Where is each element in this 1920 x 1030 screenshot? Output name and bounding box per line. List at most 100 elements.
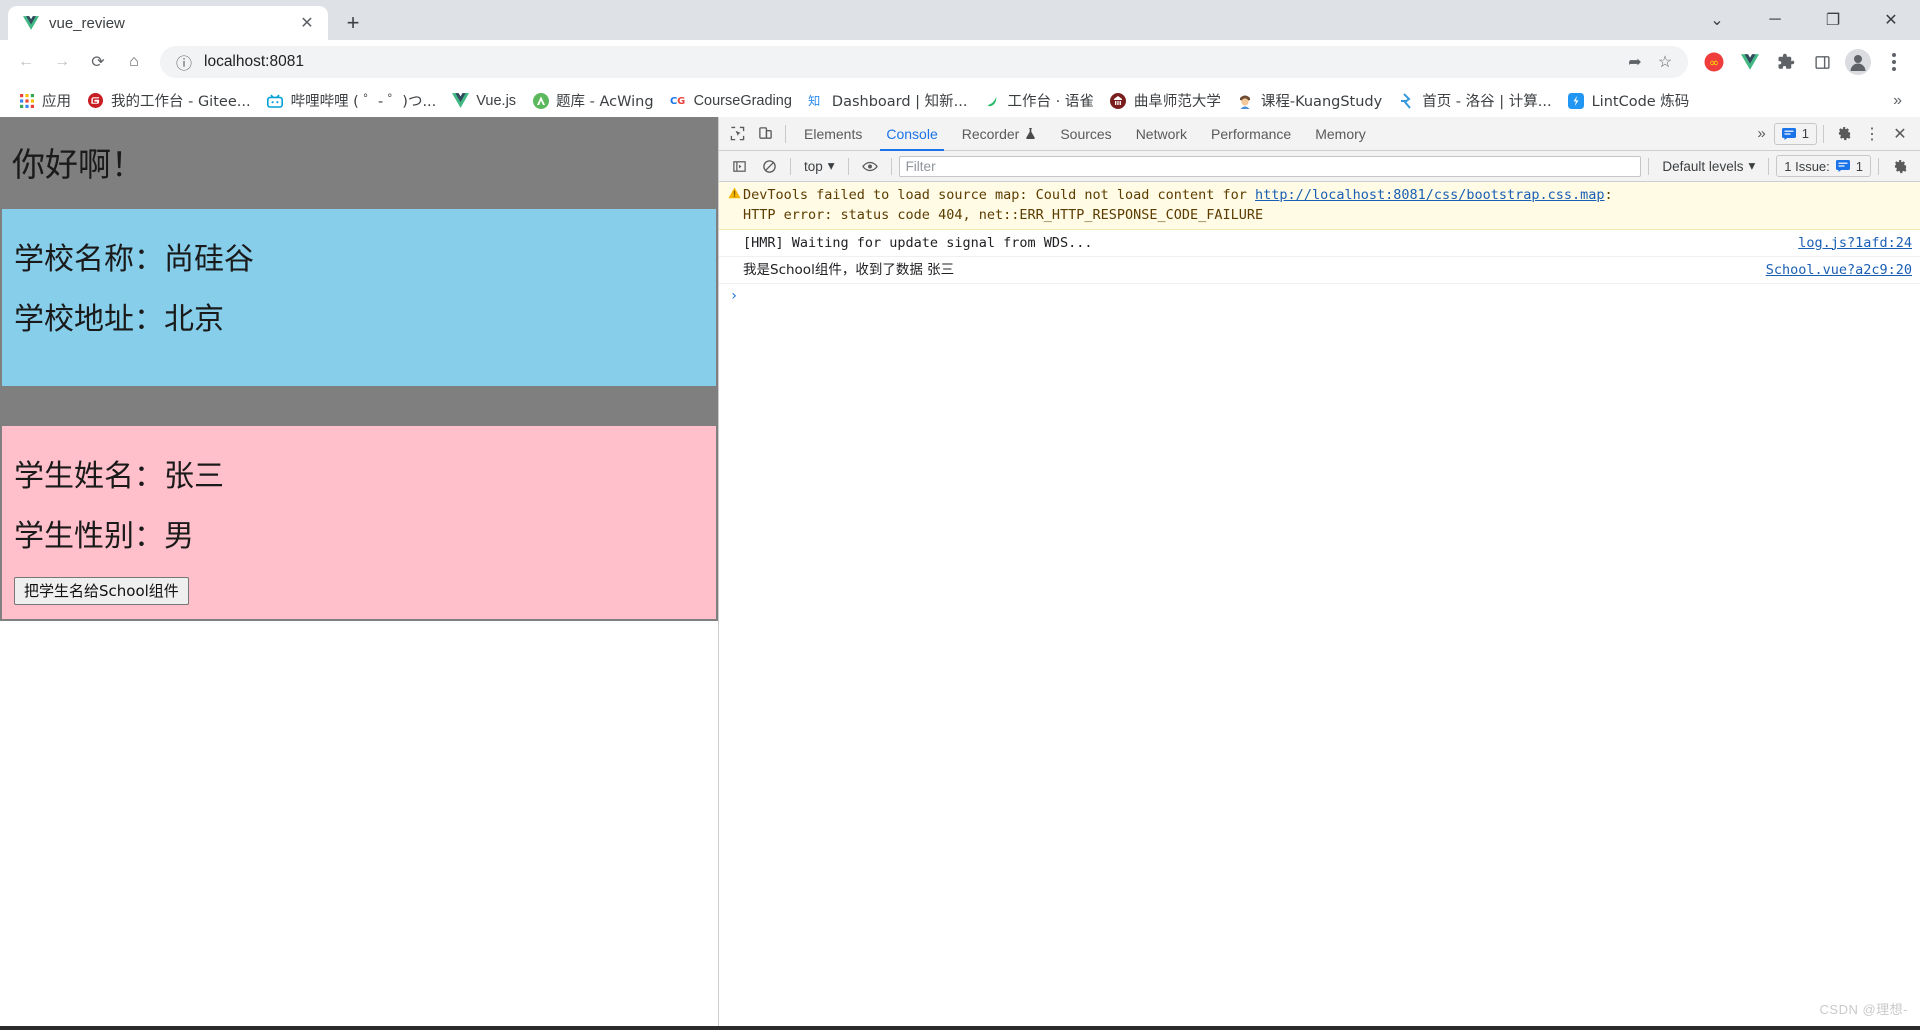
issues-badge[interactable]: 1 Issue: 1 xyxy=(1776,155,1871,177)
source-map-url-link[interactable]: http://localhost:8081/css/bootstrap.css.… xyxy=(1255,187,1605,203)
devtools-settings-gear-icon[interactable] xyxy=(1830,120,1858,148)
bookmark-acwing[interactable]: 题库 - AcWing xyxy=(524,88,662,114)
log-level-select[interactable]: Default levels ▾ xyxy=(1656,158,1761,174)
side-panel-icon[interactable] xyxy=(1806,46,1838,78)
new-tab-button[interactable]: + xyxy=(336,6,370,40)
warning-triangle-icon xyxy=(725,185,743,226)
console-prompt[interactable]: › xyxy=(719,284,1920,308)
clear-console-icon[interactable] xyxy=(755,152,783,180)
qfnu-icon xyxy=(1110,92,1127,109)
console-message-text: 我是School组件，收到了数据 张三 xyxy=(743,261,955,278)
svg-text:知: 知 xyxy=(808,94,820,108)
tab-performance[interactable]: Performance xyxy=(1199,117,1303,151)
console-message-log[interactable]: 我是School组件，收到了数据 张三 School.vue?a2c9:20 xyxy=(719,257,1920,284)
console-message-warning[interactable]: DevTools failed to load source map: Coul… xyxy=(719,182,1920,230)
bookmarks-bar: 应用 我的工作台 - Gitee... 哔哩哔哩 ( ゜- ゜)つ... Vue… xyxy=(0,84,1920,117)
tab-label: Memory xyxy=(1315,125,1366,142)
devtools-tabbar-right: » 1 ⋮ ✕ xyxy=(1749,120,1920,148)
tab-elements[interactable]: Elements xyxy=(792,117,874,151)
bookmark-zhixin-dashboard[interactable]: 知 Dashboard | 知新... xyxy=(800,88,976,114)
bookmark-apps[interactable]: 应用 xyxy=(10,88,79,114)
toolbar-divider xyxy=(1768,157,1770,175)
live-expression-eye-icon[interactable] xyxy=(856,152,884,180)
console-message-source-link[interactable]: School.vue?a2c9:20 xyxy=(1766,260,1912,280)
console-message-list[interactable]: DevTools failed to load source map: Coul… xyxy=(719,182,1920,1026)
bookmark-lintcode[interactable]: LintCode 炼码 xyxy=(1560,88,1698,114)
bookmarks-overflow-icon[interactable]: » xyxy=(1885,92,1910,110)
tab-network[interactable]: Network xyxy=(1124,117,1199,151)
pass-student-name-button[interactable]: 把学生名给School组件 xyxy=(14,576,189,606)
tab-console[interactable]: Console xyxy=(874,117,949,151)
flask-icon xyxy=(1025,127,1036,140)
student-component: 学生姓名：张三 学生性别：男 把学生名给School组件 xyxy=(2,425,716,620)
address-bar[interactable]: ⓘ localhost:8081 ➦ ☆ xyxy=(160,46,1688,78)
chrome-menu-icon[interactable] xyxy=(1878,46,1910,78)
site-info-icon[interactable]: ⓘ xyxy=(174,52,194,73)
device-toolbar-icon[interactable] xyxy=(751,120,779,148)
school-name-line: 学校名称：尚硅谷 xyxy=(14,241,254,277)
toolbar-divider xyxy=(1823,124,1824,143)
lintcode-icon xyxy=(1568,92,1585,109)
url-text[interactable]: localhost:8081 xyxy=(204,53,1620,71)
bookmark-luogu[interactable]: 首页 - 洛谷 | 计算... xyxy=(1390,88,1559,114)
bookmark-kuangstudy[interactable]: 课程-KuangStudy xyxy=(1229,88,1390,114)
bookmark-vuejs[interactable]: Vue.js xyxy=(444,88,524,114)
home-icon[interactable]: ⌂ xyxy=(116,44,152,80)
share-icon[interactable]: ➦ xyxy=(1620,47,1650,77)
reload-icon[interactable]: ⟳ xyxy=(80,44,116,80)
tab-strip: vue_review ✕ + ⌄ ─ ❐ ✕ xyxy=(0,0,1920,40)
warn-text-before: DevTools failed to load source map: Coul… xyxy=(743,187,1256,203)
gitee-icon xyxy=(87,92,104,109)
message-gutter xyxy=(725,233,743,253)
web-page-viewport: 你好啊！ 学校名称：尚硅谷 学校地址：北京 学生姓名：张三 学生性别：男 把学生… xyxy=(0,117,718,1026)
bookmark-star-icon[interactable]: ☆ xyxy=(1650,47,1680,77)
execution-context-select[interactable]: top ▾ xyxy=(798,158,841,174)
more-tabs-icon[interactable]: » xyxy=(1749,125,1773,142)
browser-tab[interactable]: vue_review ✕ xyxy=(8,6,328,40)
tab-label: Recorder xyxy=(961,125,1020,142)
bookmark-label: 课程-KuangStudy xyxy=(1260,94,1383,110)
console-message-source-link[interactable]: log.js?1afd:24 xyxy=(1798,233,1912,253)
devtools-more-options-icon[interactable]: ⋮ xyxy=(1858,120,1886,148)
vue-devtools-icon[interactable] xyxy=(1734,46,1766,78)
tab-title: vue_review xyxy=(49,14,125,32)
school-component: 学校名称：尚硅谷 学校地址：北京 xyxy=(2,208,716,386)
window-close-button[interactable]: ✕ xyxy=(1862,0,1920,40)
console-filter-input[interactable]: Filter xyxy=(898,155,1642,177)
tab-sources[interactable]: Sources xyxy=(1048,117,1123,151)
bookmark-label: 应用 xyxy=(42,94,71,110)
devtools-panel: Elements Console Recorder Sources Networ… xyxy=(718,117,1920,1026)
chevron-down-icon: ▾ xyxy=(1748,158,1756,173)
content-area: 你好啊！ 学校名称：尚硅谷 学校地址：北京 学生姓名：张三 学生性别：男 把学生… xyxy=(0,117,1920,1026)
prompt-caret-icon: › xyxy=(729,288,739,304)
inspect-element-icon[interactable] xyxy=(723,120,751,148)
toolbar-divider xyxy=(847,157,849,175)
infinity-extension-icon[interactable]: ∞ xyxy=(1698,46,1730,78)
window-minimize-button[interactable]: ─ xyxy=(1746,0,1804,40)
bookmark-gitee[interactable]: 我的工作台 - Gitee... xyxy=(79,88,259,114)
vue-app-container: 你好啊！ 学校名称：尚硅谷 学校地址：北京 学生姓名：张三 学生性别：男 把学生… xyxy=(0,117,718,622)
bookmark-yuque[interactable]: 工作台 · 语雀 xyxy=(976,88,1102,114)
window-maximize-button[interactable]: ❐ xyxy=(1804,0,1862,40)
tab-label: Sources xyxy=(1060,125,1112,142)
toolbar-divider xyxy=(890,157,892,175)
bookmark-label: 首页 - 洛谷 | 计算... xyxy=(1422,94,1552,110)
back-icon[interactable]: ← xyxy=(8,44,44,80)
devtools-close-icon[interactable]: ✕ xyxy=(1886,120,1914,148)
console-sidebar-toggle-icon[interactable] xyxy=(725,152,753,180)
console-settings-gear-icon[interactable] xyxy=(1886,152,1914,180)
tab-close-icon[interactable]: ✕ xyxy=(296,12,318,34)
bookmark-bilibili[interactable]: 哔哩哔哩 ( ゜- ゜)つ... xyxy=(259,88,445,114)
forward-icon[interactable]: → xyxy=(44,44,80,80)
tab-recorder[interactable]: Recorder xyxy=(950,117,1049,151)
profile-avatar-icon[interactable] xyxy=(1842,46,1874,78)
console-message-log[interactable]: [HMR] Waiting for update signal from WDS… xyxy=(719,230,1920,257)
student-name-line: 学生姓名：张三 xyxy=(14,458,224,494)
bookmark-qfnu[interactable]: 曲阜师范大学 xyxy=(1102,88,1229,114)
extensions-puzzle-icon[interactable] xyxy=(1770,46,1802,78)
tab-memory[interactable]: Memory xyxy=(1303,117,1378,151)
chrome-browser-window: vue_review ✕ + ⌄ ─ ❐ ✕ ← → ⟳ ⌂ ⓘ localho… xyxy=(0,0,1920,1030)
bookmark-coursegrading[interactable]: CG CourseGrading xyxy=(662,88,800,114)
window-minimize-tray-button[interactable]: ⌄ xyxy=(1688,0,1746,40)
message-count-badge[interactable]: 1 xyxy=(1773,122,1817,145)
